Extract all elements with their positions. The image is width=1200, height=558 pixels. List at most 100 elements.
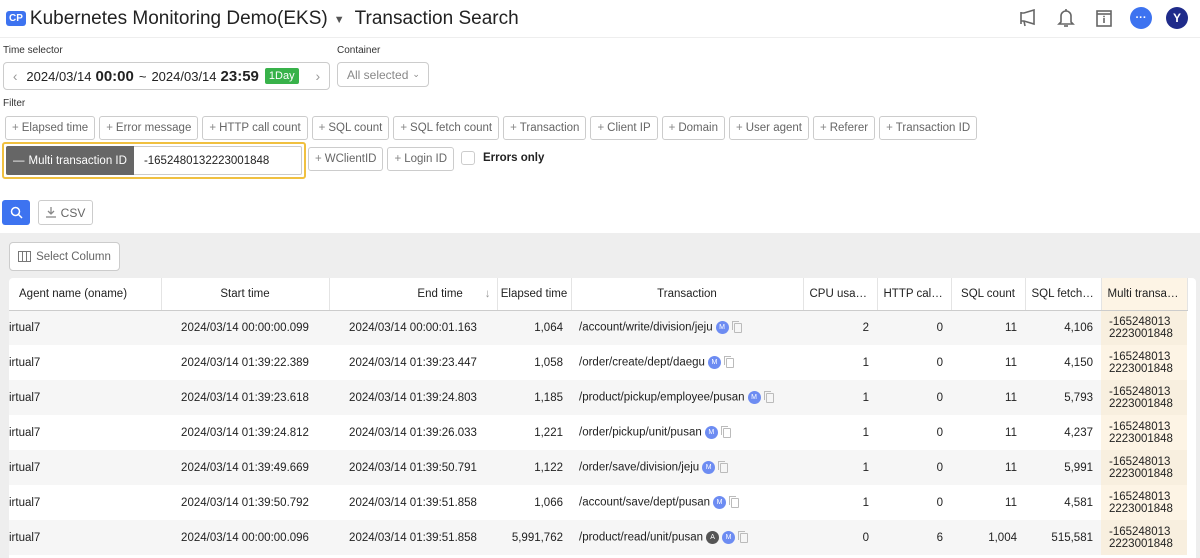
project-dropdown-icon[interactable]: ▼ xyxy=(334,14,345,26)
column-header-elapsed-time[interactable]: Elapsed time xyxy=(497,278,572,311)
table-row[interactable]: irtual7 2024/03/14 01:39:23.618 2024/03/14… xyxy=(9,380,1187,415)
cell-end-time: 2024/03/14 00:00:01.163 xyxy=(329,310,497,345)
cell-http: 0 xyxy=(877,380,951,415)
cell-cpu: 0 xyxy=(803,520,877,555)
filter-chip-transaction-id[interactable]: + Transaction ID xyxy=(879,116,978,140)
cell-transaction[interactable]: /account/save/dept/pusan M xyxy=(571,485,803,520)
horizontal-scroll-offset xyxy=(0,310,8,558)
search-button[interactable] xyxy=(2,200,30,225)
copy-icon[interactable] xyxy=(729,495,740,508)
select-column-button[interactable]: Select Column xyxy=(9,242,120,271)
cell-sql-fetch: 4,581 xyxy=(1064,496,1093,509)
next-range-icon[interactable]: › xyxy=(307,68,329,84)
plus-icon: + xyxy=(597,122,605,134)
column-header-agent-name[interactable]: Agent name (oname) xyxy=(9,278,162,311)
sort-desc-icon[interactable]: ↓ xyxy=(485,288,491,300)
avatar[interactable]: Y xyxy=(1166,7,1188,29)
filter-chip-sql-fetch-count[interactable]: + SQL fetch count xyxy=(393,116,500,140)
prev-range-icon[interactable]: ‹ xyxy=(4,68,26,84)
cell-multi-transaction-id: -165248013 2223001848 xyxy=(1101,450,1187,485)
time-selector[interactable]: ‹ 2024/03/14 00:00 ~ 2024/03/14 23:59 1D… xyxy=(3,62,330,90)
filter-chip-domain[interactable]: + Domain xyxy=(661,116,725,140)
filter-chip-client-ip[interactable]: + Client IP xyxy=(590,116,658,140)
filter-chip-login-id[interactable]: + Login ID xyxy=(387,147,455,171)
column-header-transaction[interactable]: Transaction xyxy=(571,278,804,311)
column-header-start-time[interactable]: Start time xyxy=(161,278,330,311)
table-row[interactable]: irtual7 2024/03/14 00:00:00.099 2024/03/14… xyxy=(9,310,1187,345)
chat-icon[interactable]: ··· xyxy=(1130,7,1152,29)
cell-http: 0 xyxy=(936,426,943,439)
table-row[interactable]: irtual7 2024/03/14 01:39:24.812 2024/03/14… xyxy=(9,415,1187,450)
page-title: Transaction Search xyxy=(354,7,519,29)
cell-transaction[interactable]: /product/read/unit/pusan A M xyxy=(571,520,803,555)
multi-transaction-id-input[interactable]: -1652480132223001848 xyxy=(133,146,302,175)
cell-transaction[interactable]: /order/save/division/jeju M xyxy=(571,450,803,485)
copy-icon[interactable] xyxy=(731,320,742,333)
plus-icon: + xyxy=(12,122,19,134)
csv-download-button[interactable]: CSV xyxy=(38,200,93,225)
table-row[interactable]: irtual7 2024/03/14 00:00:00.096 2024/03/14… xyxy=(9,520,1187,555)
filter-chip-error-message[interactable]: + Error message xyxy=(99,116,199,140)
transaction-name[interactable]: /product/read/unit/pusan xyxy=(579,532,703,544)
megaphone-icon[interactable] xyxy=(1016,6,1040,30)
cell-transaction[interactable]: /account/write/division/jeju M xyxy=(571,310,803,345)
cell-end-time: 2024/03/14 01:39:51.858 xyxy=(349,496,477,509)
end-time[interactable]: 23:59 xyxy=(221,68,259,85)
start-time[interactable]: 00:00 xyxy=(95,68,133,85)
cell-transaction[interactable]: /product/pickup/employee/pusan M xyxy=(571,380,803,415)
info-book-icon[interactable] xyxy=(1092,6,1116,30)
table-header-row: Agent name (oname) Start time End time ↓ … xyxy=(9,278,1188,311)
filter-chip-user-agent[interactable]: + User agent xyxy=(729,116,809,140)
download-icon xyxy=(45,207,56,218)
cell-http: 0 xyxy=(877,310,951,345)
copy-icon[interactable] xyxy=(738,530,749,543)
cell-agent: irtual7 xyxy=(9,310,161,345)
table-row[interactable]: irtual7 2024/03/14 01:39:50.792 2024/03/14… xyxy=(9,485,1187,520)
cell-elapsed: 5,991,762 xyxy=(497,520,571,555)
copy-icon[interactable] xyxy=(723,355,734,368)
project-name[interactable]: Kubernetes Monitoring Demo(EKS) xyxy=(30,8,328,30)
filter-chip-referer[interactable]: + Referer xyxy=(812,116,876,140)
container-select[interactable]: All selected ⌄ xyxy=(337,62,429,87)
filter-chip-transaction[interactable]: + Transaction xyxy=(503,116,587,140)
cell-transaction[interactable]: /order/pickup/unit/pusan M xyxy=(571,415,803,450)
bell-icon[interactable] xyxy=(1054,6,1078,30)
cell-end-time: 2024/03/14 01:39:26.033 xyxy=(349,426,477,439)
table-row[interactable]: irtual7 2024/03/14 01:39:49.669 2024/03/14… xyxy=(9,450,1187,485)
cell-multi-transaction-id: -165248013 2223001848 xyxy=(1101,380,1187,415)
badge-m-icon: M xyxy=(722,531,736,544)
column-header-multi-transaction-id[interactable]: Multi transacti... xyxy=(1101,278,1188,311)
filter-chip-wclientid[interactable]: + WClientID xyxy=(308,147,384,171)
filter-chip-http-call-count[interactable]: + HTTP call count xyxy=(202,116,308,140)
filter-chip-elapsed-time[interactable]: + Elapsed time xyxy=(5,116,96,140)
column-header-http-call[interactable]: HTTP call ... xyxy=(877,278,952,311)
cell-transaction[interactable]: /order/create/dept/daegu M xyxy=(571,345,803,380)
range-badge[interactable]: 1Day xyxy=(264,68,299,84)
column-header-end-time[interactable]: End time ↓ xyxy=(329,278,498,311)
filter-chip-sql-count[interactable]: + SQL count xyxy=(311,116,390,140)
cell-elapsed: 1,185 xyxy=(497,380,571,415)
end-date: 2024/03/14 xyxy=(151,68,217,84)
errors-only-checkbox[interactable] xyxy=(461,151,475,165)
cell-multi-transaction-id: -165248013 2223001848 xyxy=(1101,415,1187,450)
remove-filter-button[interactable]: — Multi transaction ID xyxy=(6,146,134,175)
cell-cpu: 1 xyxy=(862,496,869,509)
column-header-sql-fetch[interactable]: SQL fetch ... xyxy=(1025,278,1102,311)
transaction-name[interactable]: /account/save/dept/pusan xyxy=(579,497,710,509)
transaction-name[interactable]: /product/pickup/employee/pusan xyxy=(579,392,745,404)
transaction-name[interactable]: /account/write/division/jeju xyxy=(579,322,713,334)
copy-icon[interactable] xyxy=(720,425,731,438)
copy-icon[interactable] xyxy=(718,460,729,473)
copy-icon[interactable] xyxy=(763,390,774,403)
container-value: All selected xyxy=(347,67,409,82)
columns-icon xyxy=(18,251,32,262)
column-header-sql-count[interactable]: SQL count xyxy=(951,278,1026,311)
search-icon xyxy=(10,206,23,219)
transaction-name[interactable]: /order/create/dept/daegu xyxy=(579,357,705,369)
transaction-name[interactable]: /order/pickup/unit/pusan xyxy=(579,427,702,439)
column-header-cpu-usage[interactable]: CPU usage... xyxy=(803,278,878,311)
start-date: 2024/03/14 xyxy=(26,68,92,84)
cell-multi-transaction-id: -165248013 2223001848 xyxy=(1101,485,1187,520)
transaction-name[interactable]: /order/save/division/jeju xyxy=(579,462,699,474)
table-row[interactable]: irtual7 2024/03/14 01:39:22.389 2024/03/14… xyxy=(9,345,1187,380)
